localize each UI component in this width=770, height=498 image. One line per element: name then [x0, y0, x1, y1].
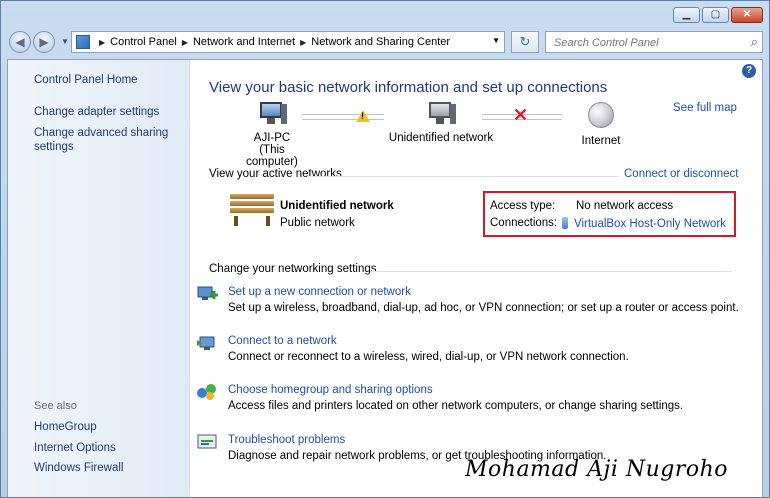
network-name: Unidentified network [388, 132, 494, 144]
globe-icon [588, 102, 614, 128]
minimize-button[interactable]: ▁ [673, 7, 700, 23]
forward-arrow-icon: ▶ [39, 35, 49, 49]
breadcrumb-control-panel[interactable]: Control Panel [110, 36, 177, 48]
connection-item[interactable]: VirtualBox Host-Only Network [562, 217, 726, 230]
task-description: Set up a wireless, broadband, dial-up, a… [228, 302, 739, 314]
task-link[interactable]: Troubleshoot problems [228, 434, 345, 446]
internet-label: Internet [581, 135, 621, 147]
author-watermark: Mohamad Aji Nugroho [465, 457, 729, 482]
task-description: Access files and printers located on oth… [228, 400, 684, 412]
task-link[interactable]: Set up a new connection or network [228, 286, 411, 298]
main-panel: ? View your basic network information an… [190, 60, 762, 497]
sidebar-item-change-adapter[interactable]: Change adapter settings [34, 105, 159, 119]
connections-label: Connections: [490, 217, 558, 229]
search-input[interactable] [552, 33, 736, 53]
breadcrumb-network-sharing-center[interactable]: Network and Sharing Center [311, 36, 450, 48]
navigation-bar: ◀ ▶ ▼ ▶ Control Panel ▶ Network and Inte… [7, 29, 763, 57]
page-title: View your basic network information and … [209, 79, 608, 96]
window: ▁ ▢ ✕ ◀ ▶ ▼ ▶ Control Panel ▶ Network an… [0, 0, 770, 498]
back-arrow-icon: ◀ [15, 35, 25, 49]
computer-subtitle: (This computer) [246, 144, 298, 168]
task-connect-network: Connect to a network Connect or reconnec… [197, 333, 748, 363]
refresh-button[interactable]: ↻ [511, 31, 539, 53]
maximize-button[interactable]: ▢ [702, 7, 729, 23]
help-icon[interactable]: ? [742, 64, 756, 78]
see-full-map-link[interactable]: See full map [673, 102, 737, 114]
map-node-computer[interactable]: AJI-PC (This computer) [232, 102, 312, 168]
network-adapter-icon [562, 217, 568, 229]
task-homegroup-sharing: Choose homegroup and sharing options Acc… [197, 382, 748, 412]
close-button[interactable]: ✕ [731, 7, 763, 23]
sidebar-item-homegroup[interactable]: HomeGroup [34, 420, 97, 434]
network-icon [426, 102, 456, 126]
forward-button[interactable]: ▶ [33, 31, 55, 53]
computer-name: AJI-PC [253, 132, 291, 144]
task-description: Connect or reconnect to a wireless, wire… [228, 351, 629, 363]
sidebar-item-home[interactable]: Control Panel Home [34, 73, 138, 87]
red-x-icon: ✕ [513, 105, 529, 125]
sidebar-item-advanced-sharing[interactable]: Change advanced sharing settings [34, 126, 174, 154]
connect-network-icon [197, 336, 215, 350]
search-box[interactable]: ⌕ [545, 31, 763, 53]
divider [370, 271, 732, 272]
connection-link[interactable]: VirtualBox Host-Only Network [574, 218, 726, 230]
access-type-label: Access type: [490, 200, 556, 212]
chevron-right-icon[interactable]: ▶ [99, 38, 105, 47]
search-icon[interactable]: ⌕ [751, 34, 758, 50]
active-network-type[interactable]: Public network [280, 217, 355, 229]
content-area: Control Panel Home Change adapter settin… [7, 59, 763, 497]
public-network-bench-icon [230, 194, 274, 226]
address-bar[interactable]: ▶ Control Panel ▶ Network and Internet ▶… [71, 31, 505, 53]
map-node-internet[interactable]: Internet [566, 102, 636, 147]
chevron-right-icon[interactable]: ▶ [182, 38, 188, 47]
sidebar-item-windows-firewall[interactable]: Windows Firewall [34, 461, 123, 475]
caption-buttons: ▁ ▢ ✕ [673, 7, 763, 23]
address-dropdown-icon[interactable]: ▼ [492, 36, 500, 45]
active-networks-heading: View your active networks [209, 168, 342, 180]
sidebar: Control Panel Home Change adapter settin… [8, 60, 190, 497]
task-troubleshoot: Troubleshoot problems Diagnose and repai… [197, 432, 748, 462]
sidebar-item-internet-options[interactable]: Internet Options [34, 441, 116, 455]
recent-pages-dropdown[interactable]: ▼ [61, 37, 69, 46]
connect-disconnect-link[interactable]: Connect or disconnect [624, 168, 738, 180]
access-type-value: No network access [576, 200, 674, 212]
active-network-name: Unidentified network [280, 200, 394, 212]
divider [307, 176, 619, 177]
control-panel-icon [76, 35, 90, 49]
chevron-right-icon[interactable]: ▶ [300, 38, 306, 47]
troubleshoot-icon [197, 434, 217, 449]
computer-icon [257, 102, 287, 126]
task-setup-connection: Set up a new connection or network Set u… [197, 284, 748, 314]
see-also-heading: See also [34, 400, 77, 412]
refresh-icon: ↻ [519, 34, 531, 49]
new-connection-icon [197, 286, 218, 300]
breadcrumb-network-and-internet[interactable]: Network and Internet [193, 36, 295, 48]
back-button[interactable]: ◀ [9, 31, 31, 53]
task-link[interactable]: Choose homegroup and sharing options [228, 384, 433, 396]
warning-icon: ! [356, 110, 370, 122]
map-node-network[interactable]: Unidentified network [386, 102, 496, 144]
homegroup-icon [197, 384, 216, 400]
map-link-line [302, 114, 384, 120]
highlight-box [483, 191, 736, 237]
task-link[interactable]: Connect to a network [228, 335, 337, 347]
change-settings-heading: Change your networking settings [209, 263, 377, 275]
